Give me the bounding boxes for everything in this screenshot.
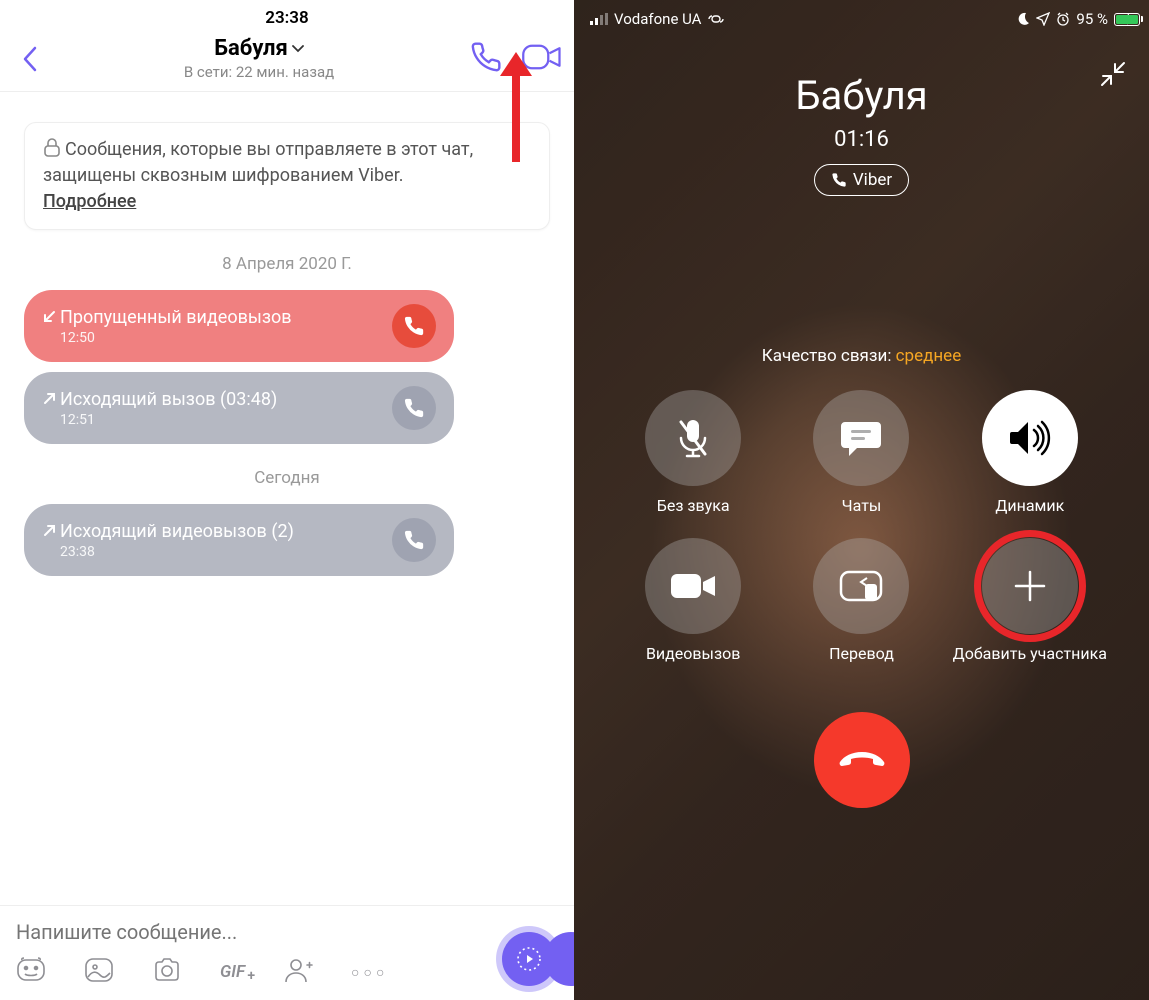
video-button[interactable]: Видеовызов [614,538,772,664]
more-icon[interactable]: ○○○ [351,964,388,981]
gif-icon[interactable]: GIF+ [220,962,245,982]
location-icon [1036,12,1050,26]
chats-button[interactable]: Чаты [782,390,940,516]
status-time: 23:38 [0,0,574,32]
chat-screen: 23:38 Бабуля В сети: 22 мин. назад Сообщ… [0,0,574,1000]
battery-icon [1114,13,1133,26]
signal-icon [590,13,608,25]
sticker-icon[interactable] [16,956,46,988]
battery-text: 95 % [1076,10,1108,28]
quality-label: Качество связи: [762,346,896,366]
moon-icon [1016,12,1030,26]
call-time-text: 23:38 [60,544,382,560]
contact-name-text: Бабуля [214,36,288,61]
call-title-text: Пропущенный видеовызов [60,307,292,328]
add-participant-button[interactable]: Добавить участника [951,538,1109,664]
status-bar: Vodafone UA 95 % [574,0,1149,38]
message-input[interactable] [16,914,558,950]
contact-icon[interactable] [283,956,313,988]
call-screen: Vodafone UA 95 % Бабуля 01:16 Viber Каче… [574,0,1149,1000]
outgoing-call-item[interactable]: Исходящий вызов (03:48) 12:51 [24,372,454,444]
chat-header: Бабуля В сети: 22 мин. назад [0,32,574,92]
mute-button[interactable]: Без звука [614,390,772,516]
video-label: Видеовызов [646,644,740,664]
encryption-text: Сообщения, которые вы отправляете в этот… [43,139,473,186]
call-info: Бабуля 01:16 Viber [574,72,1149,196]
date-separator: Сегодня [24,468,550,488]
chain-icon [707,13,725,25]
chats-label: Чаты [842,496,882,516]
callback-button[interactable] [392,386,436,430]
back-button[interactable] [12,45,48,73]
call-contact-name: Бабуля [574,72,1149,119]
outgoing-video-call-item[interactable]: Исходящий видеовызов (2) 23:38 [24,504,454,576]
call-time-text: 12:51 [60,412,382,428]
call-title-text: Исходящий вызов (03:48) [60,389,277,410]
encryption-more-link[interactable]: Подробнее [43,191,136,212]
transfer-button[interactable]: Перевод [782,538,940,664]
camera-icon[interactable] [152,957,182,987]
end-call-button[interactable] [814,712,910,808]
call-controls: Без звука Чаты Динамик Видеовызов Перево… [574,366,1149,664]
quality-value: среднее [896,346,962,366]
online-status: В сети: 22 мин. назад [48,63,470,81]
arrow-out-icon [42,392,56,406]
input-bar: GIF+ ○○○ [0,905,574,1000]
annotation-highlight [974,530,1086,642]
annotation-arrow [506,52,526,162]
messages-area[interactable]: Сообщения, которые вы отправляете в этот… [0,92,574,905]
missed-call-item[interactable]: Пропущенный видеовызов 12:50 [24,290,454,362]
voice-call-button[interactable] [470,41,502,77]
chevron-down-icon [292,45,304,53]
call-timer: 01:16 [574,127,1149,152]
lock-icon [43,138,61,158]
encryption-notice: Сообщения, которые вы отправляете в этот… [24,122,550,230]
add-label: Добавить участника [953,644,1107,664]
viber-badge[interactable]: Viber [814,164,909,196]
transfer-label: Перевод [829,644,894,664]
callback-button[interactable] [392,518,436,562]
call-title-text: Исходящий видеовызов (2) [60,521,294,542]
arrow-in-icon [42,310,56,324]
quality-text: Качество связи: среднее [574,346,1149,366]
date-separator: 8 Апреля 2020 Г. [24,254,550,274]
carrier-text: Vodafone UA [614,10,701,28]
speaker-label: Динамик [995,496,1064,516]
call-time-text: 12:50 [60,330,382,346]
arrow-out-icon [42,524,56,538]
alarm-icon [1056,12,1070,26]
viber-badge-text: Viber [853,170,892,190]
contact-name[interactable]: Бабуля [214,36,304,61]
phone-icon [831,172,847,188]
mute-label: Без звука [657,496,730,516]
speaker-button[interactable]: Динамик [951,390,1109,516]
callback-button[interactable] [392,304,436,348]
gallery-icon[interactable] [84,957,114,987]
